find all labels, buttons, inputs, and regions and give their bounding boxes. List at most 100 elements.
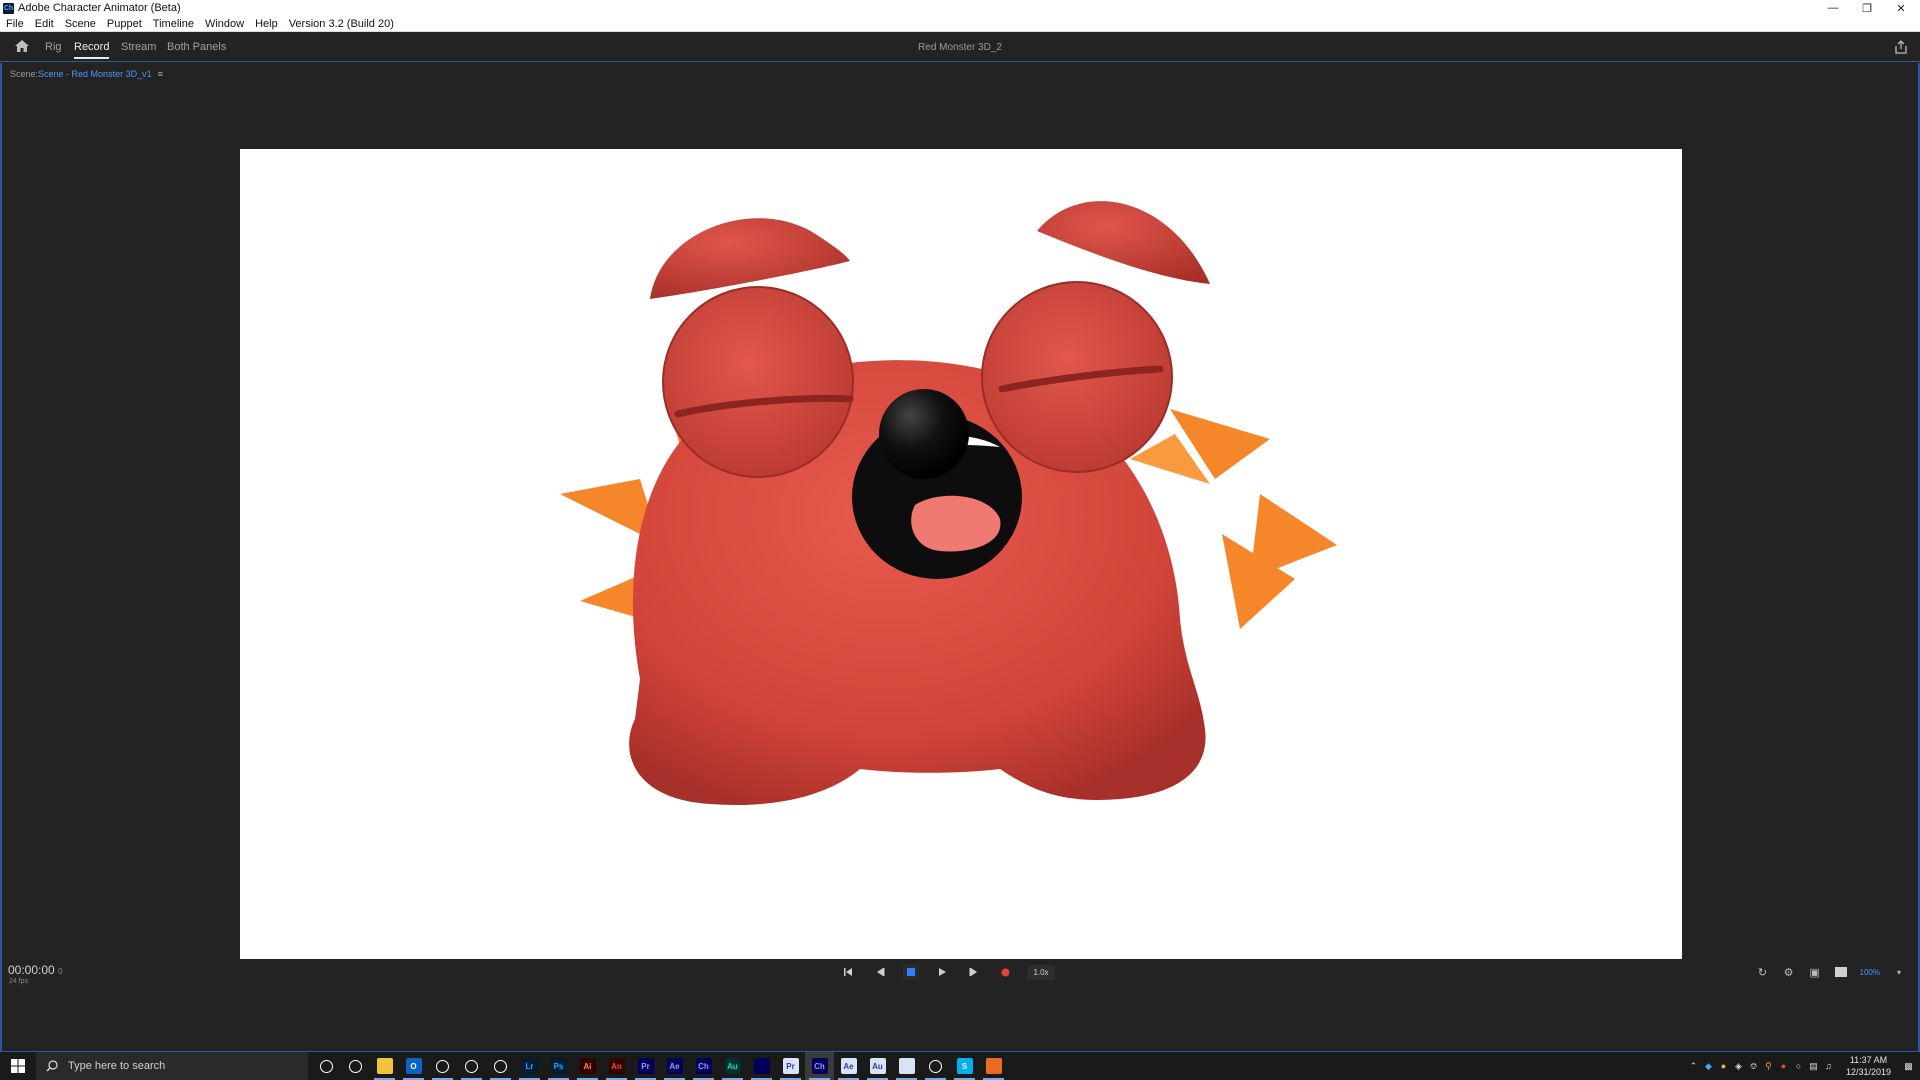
search-tray-icon[interactable]: ⚲ [1763, 1061, 1774, 1072]
premiere-doc-icon: Pr [782, 1058, 799, 1074]
taskbar-app-premiere[interactable]: Pr [631, 1052, 660, 1080]
share-icon[interactable] [1894, 40, 1908, 54]
dropbox-icon[interactable]: ◆ [1703, 1061, 1714, 1072]
taskbar-app-premiere-doc[interactable]: Pr [776, 1052, 805, 1080]
task-view-icon [349, 1059, 362, 1073]
microphone-icon[interactable]: ⎊ [1748, 1061, 1759, 1072]
go-to-start-icon[interactable] [840, 964, 856, 980]
character-animator-icon: Ch [695, 1058, 712, 1074]
menu-edit[interactable]: Edit [35, 18, 54, 30]
scene-stage[interactable] [240, 149, 1682, 959]
premiere-icon: Pr [637, 1058, 654, 1074]
taskbar-app-cinema4d-2[interactable] [921, 1052, 950, 1080]
project-name: Red Monster 3D_2 [918, 42, 1002, 53]
app-tray-icon[interactable]: ● [1778, 1061, 1789, 1072]
dropbox-2-icon[interactable]: ◈ [1733, 1061, 1744, 1072]
taskbar-app-task-view[interactable] [341, 1052, 370, 1080]
after-effects-doc-icon: Ae [840, 1058, 857, 1074]
taskbar-app-file-explorer[interactable] [370, 1052, 399, 1080]
transport-controls [0, 964, 1920, 984]
taskbar-app-chrome-badge[interactable] [457, 1052, 486, 1080]
taskbar-app-after-effects[interactable]: Ae [660, 1052, 689, 1080]
app-icon: Ch [3, 2, 14, 14]
cortana-icon [320, 1059, 333, 1073]
play-icon[interactable] [934, 964, 950, 980]
taskbar-app-audition-doc[interactable]: Au [863, 1052, 892, 1080]
display-icon[interactable]: ▣ [1808, 965, 1822, 979]
view-controls: ↻ ⚙ ▣ 100% ▾ [1756, 965, 1906, 979]
lightroom-icon: Lr [521, 1058, 538, 1074]
left-eye [662, 286, 854, 478]
title-bar: Ch Adobe Character Animator (Beta) — ❐ ✕ [0, 0, 1920, 16]
taskbar-app-cinema4d[interactable] [486, 1052, 515, 1080]
taskbar-app-cortana[interactable] [312, 1052, 341, 1080]
scene-name-link[interactable]: Scene - Red Monster 3D_v1 [38, 69, 152, 79]
scene-panel: Scene:Scene - Red Monster 3D_v1 ≡ [0, 63, 1920, 1052]
misc-app-icon [985, 1058, 1002, 1074]
chevron-down-icon[interactable]: ▾ [1892, 965, 1906, 979]
step-back-icon[interactable] [872, 964, 888, 980]
app-tray-2-icon[interactable]: ○ [1793, 1061, 1804, 1072]
taskbar-app-photoshop[interactable]: Ps [544, 1052, 573, 1080]
chrome-tray-icon[interactable]: ● [1718, 1061, 1729, 1072]
after-effects-icon: Ae [666, 1058, 683, 1074]
search-box[interactable]: Type here to search [36, 1052, 308, 1080]
media-encoder-icon [753, 1058, 770, 1074]
taskbar-app-media-encoder[interactable] [747, 1052, 776, 1080]
search-placeholder: Type here to search [68, 1060, 166, 1072]
close-icon[interactable]: ✕ [1884, 0, 1918, 16]
version-label: Version 3.2 (Build 20) [288, 17, 394, 30]
network-icon[interactable]: ▤ [1808, 1061, 1819, 1072]
minimize-icon[interactable]: — [1816, 0, 1850, 16]
taskbar-apps: O Lr Ps Ai An Pr Ae Ch Au Pr Ch Ae Au S [312, 1052, 1008, 1080]
background-icon[interactable] [1834, 965, 1848, 979]
taskbar-app-skype[interactable]: S [950, 1052, 979, 1080]
illustrator-icon: Ai [579, 1058, 596, 1074]
right-eye [981, 281, 1173, 473]
menu-help[interactable]: Help [255, 18, 278, 30]
step-forward-icon[interactable] [966, 964, 982, 980]
record-button[interactable] [997, 964, 1013, 980]
file-explorer-icon [376, 1058, 393, 1074]
restore-icon[interactable]: ❐ [1850, 0, 1884, 16]
taskbar-app-lightroom[interactable]: Lr [515, 1052, 544, 1080]
audition-doc-icon: Au [869, 1058, 886, 1074]
workspace-bar: Rig Record Stream Both Panels Red Monste… [0, 32, 1920, 62]
cinema4d-icon [494, 1059, 507, 1073]
menu-puppet[interactable]: Puppet [107, 18, 142, 30]
playback-speed[interactable]: 1.0x [1027, 965, 1055, 980]
notification-icon[interactable]: ▩ [1903, 1061, 1914, 1072]
character-animator-active-icon: Ch [811, 1058, 828, 1074]
chevron-up-icon[interactable]: ⌃ [1688, 1061, 1699, 1072]
windows-start-icon[interactable] [0, 1052, 36, 1080]
window-title: Adobe Character Animator (Beta) [18, 2, 181, 14]
menu-scene[interactable]: Scene [65, 18, 96, 30]
taskbar-app-character-animator[interactable]: Ch [689, 1052, 718, 1080]
scene-label: Scene:Scene - Red Monster 3D_v1 ≡ [10, 69, 163, 79]
clock[interactable]: 11:37 AM 12/31/2019 [1846, 1054, 1891, 1078]
taskbar-app-illustrator[interactable]: Ai [573, 1052, 602, 1080]
taskbar-app-chrome[interactable] [428, 1052, 457, 1080]
taskbar-app-media-doc[interactable] [892, 1052, 921, 1080]
volume-icon[interactable]: ♫ [1823, 1061, 1834, 1072]
taskbar-app-after-effects-doc[interactable]: Ae [834, 1052, 863, 1080]
zoom-level[interactable]: 100% [1860, 968, 1880, 977]
settings-icon[interactable]: ⚙ [1782, 965, 1796, 979]
refresh-icon[interactable]: ↻ [1756, 965, 1770, 979]
menu-file[interactable]: File [6, 18, 24, 30]
taskbar-app-outlook[interactable]: O [399, 1052, 428, 1080]
menu-timeline[interactable]: Timeline [153, 18, 194, 30]
panel-menu-icon[interactable]: ≡ [158, 69, 163, 79]
chrome-badge-icon [465, 1059, 478, 1073]
taskbar-app-animate[interactable]: An [602, 1052, 631, 1080]
taskbar-app-audition[interactable]: Au [718, 1052, 747, 1080]
menu-window[interactable]: Window [205, 18, 244, 30]
taskbar-app-character-animator-active[interactable]: Ch [805, 1052, 834, 1080]
taskbar-app-misc-app[interactable] [979, 1052, 1008, 1080]
right-eyelid [1037, 201, 1210, 284]
photoshop-icon: Ps [550, 1058, 567, 1074]
search-icon [46, 1060, 58, 1072]
menu-bar: File Edit Scene Puppet Timeline Window H… [0, 16, 1920, 32]
stop-button[interactable] [903, 964, 919, 980]
chrome-icon [436, 1059, 449, 1073]
